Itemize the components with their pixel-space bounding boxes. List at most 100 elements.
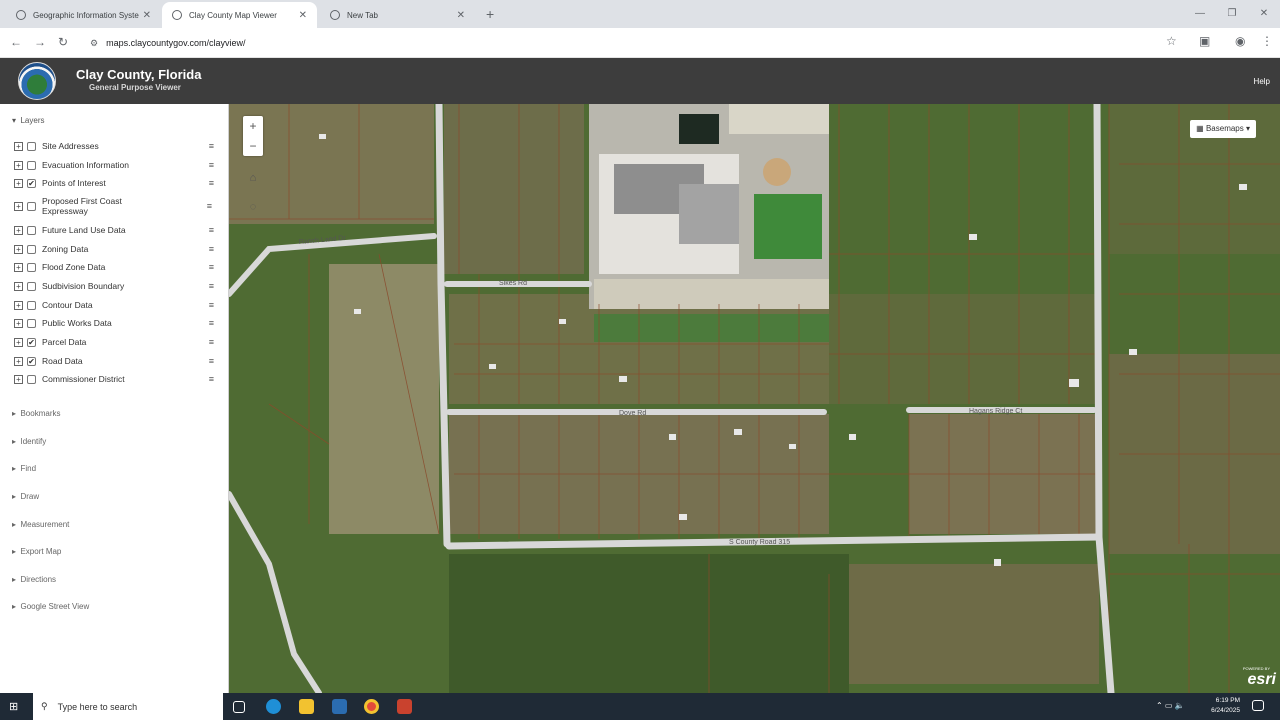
- layer-checkbox[interactable]: [27, 244, 36, 254]
- tool-draw[interactable]: ▸ Draw: [12, 492, 39, 501]
- map-view[interactable]: Ranch Land Dr Sikes Rd Dove Rd Hagans Ri…: [229, 104, 1280, 693]
- expand-icon[interactable]: +: [14, 300, 23, 310]
- tab-map-viewer[interactable]: Clay County Map Viewer ✕: [162, 2, 317, 28]
- expand-icon[interactable]: +: [14, 281, 23, 291]
- chrome-icon[interactable]: [364, 699, 379, 714]
- close-icon[interactable]: ✕: [299, 10, 307, 21]
- tab-gis[interactable]: Geographic Information Systen ✕: [6, 2, 161, 28]
- tool-bookmarks[interactable]: ▸ Bookmarks: [12, 409, 60, 418]
- menu-icon[interactable]: ≡: [204, 356, 214, 366]
- locate-icon[interactable]: ◌: [243, 197, 263, 217]
- layer-checkbox[interactable]: [27, 141, 36, 151]
- powerpoint-icon[interactable]: [397, 699, 412, 714]
- expand-icon[interactable]: +: [14, 244, 23, 254]
- side-panel-icon[interactable]: ▣: [1199, 34, 1210, 48]
- layer-checkbox-checked[interactable]: ✔: [27, 337, 36, 347]
- expand-icon[interactable]: +: [14, 178, 23, 188]
- zoom-out-button[interactable]: −: [243, 136, 263, 156]
- close-window-button[interactable]: ✕: [1248, 0, 1280, 28]
- menu-icon[interactable]: ≡: [204, 318, 214, 328]
- layer-checkbox[interactable]: [27, 201, 36, 211]
- help-link[interactable]: Help: [1254, 77, 1270, 86]
- layer-subdivision[interactable]: + Sudbivision Boundary ≡: [14, 281, 214, 291]
- layer-zoning[interactable]: + Zoning Data ≡: [14, 244, 214, 254]
- expand-icon[interactable]: +: [14, 356, 23, 366]
- menu-icon[interactable]: ≡: [204, 262, 214, 272]
- expand-icon[interactable]: +: [14, 337, 23, 347]
- windows-start-icon[interactable]: ⊞: [9, 700, 18, 713]
- layer-public-works[interactable]: + Public Works Data ≡: [14, 318, 214, 328]
- layer-first-coast-expressway[interactable]: + Proposed First Coast Expressway ≡: [14, 196, 214, 216]
- layers-heading[interactable]: ▾ Layers: [12, 116, 44, 125]
- tool-directions[interactable]: ▸ Directions: [12, 575, 56, 584]
- browser-menu-icon[interactable]: ⋮: [1261, 34, 1273, 48]
- forward-button[interactable]: →: [34, 35, 46, 49]
- notification-icon[interactable]: [1252, 700, 1264, 711]
- tool-find[interactable]: ▸ Find: [12, 464, 36, 473]
- expand-icon[interactable]: +: [14, 225, 23, 235]
- expand-icon[interactable]: +: [14, 160, 23, 170]
- edge-icon[interactable]: [266, 699, 281, 714]
- layer-contour[interactable]: + Contour Data ≡: [14, 300, 214, 310]
- tool-measurement[interactable]: ▸ Measurement: [12, 520, 69, 529]
- layer-checkbox[interactable]: [27, 225, 36, 235]
- menu-icon[interactable]: ≡: [204, 160, 214, 170]
- back-button[interactable]: ←: [10, 35, 22, 49]
- expand-icon[interactable]: +: [14, 262, 23, 272]
- menu-icon[interactable]: ≡: [204, 374, 214, 384]
- layer-evacuation[interactable]: + Evacuation Information ≡: [14, 160, 214, 170]
- menu-icon[interactable]: ≡: [204, 281, 214, 291]
- menu-icon[interactable]: ≡: [204, 141, 214, 151]
- layer-flood-zone[interactable]: + Flood Zone Data ≡: [14, 262, 214, 272]
- layer-commissioner[interactable]: + Commissioner District ≡: [14, 374, 214, 384]
- layer-checkbox[interactable]: [27, 318, 36, 328]
- menu-icon[interactable]: ≡: [204, 337, 214, 347]
- layer-checkbox[interactable]: [27, 281, 36, 291]
- menu-icon[interactable]: ≡: [204, 178, 214, 188]
- system-tray-icons[interactable]: ⌃ ▭ 🔈: [1156, 701, 1185, 710]
- site-info-icon[interactable]: ⚙: [90, 38, 98, 49]
- profile-icon[interactable]: ◉: [1235, 34, 1245, 48]
- layer-checkbox-checked[interactable]: ✔: [27, 178, 36, 188]
- tool-street-view[interactable]: ▸ Google Street View: [12, 602, 89, 611]
- layer-future-land-use[interactable]: + Future Land Use Data ≡: [14, 225, 214, 235]
- layer-points-of-interest[interactable]: + ✔ Points of Interest ≡: [14, 178, 214, 188]
- restore-button[interactable]: ❐: [1216, 0, 1248, 28]
- tool-identify[interactable]: ▸ Identify: [12, 437, 46, 446]
- expand-icon[interactable]: +: [14, 374, 23, 384]
- reload-button[interactable]: ↻: [58, 35, 68, 49]
- layer-checkbox[interactable]: [27, 300, 36, 310]
- expand-icon[interactable]: +: [14, 201, 23, 211]
- taskbar-search[interactable]: ⚲ Type here to search: [33, 693, 223, 720]
- esri-logo[interactable]: esri: [1248, 671, 1276, 689]
- zoom-in-button[interactable]: +: [243, 116, 263, 136]
- close-icon[interactable]: ✕: [457, 10, 465, 21]
- file-explorer-icon[interactable]: [299, 699, 314, 714]
- layer-checkbox-checked[interactable]: ✔: [27, 356, 36, 366]
- layer-checkbox[interactable]: [27, 374, 36, 384]
- expand-icon[interactable]: +: [14, 141, 23, 151]
- basemaps-button[interactable]: ▦ Basemaps ▾: [1190, 120, 1256, 138]
- home-icon[interactable]: ⌂: [243, 168, 263, 188]
- layer-checkbox[interactable]: [27, 160, 36, 170]
- minimize-button[interactable]: —: [1184, 0, 1216, 28]
- store-icon[interactable]: [332, 699, 347, 714]
- menu-icon[interactable]: ≡: [204, 244, 214, 254]
- expand-icon[interactable]: +: [14, 318, 23, 328]
- bookmark-star-icon[interactable]: ☆: [1166, 34, 1177, 48]
- tool-export-map[interactable]: ▸ Export Map: [12, 547, 61, 556]
- layer-road[interactable]: + ✔ Road Data ≡: [14, 356, 214, 366]
- task-view-icon[interactable]: [233, 701, 245, 713]
- close-icon[interactable]: ✕: [143, 10, 151, 21]
- layer-site-addresses[interactable]: + Site Addresses ≡: [14, 141, 214, 151]
- menu-icon[interactable]: ≡: [202, 201, 212, 211]
- layer-parcel[interactable]: + ✔ Parcel Data ≡: [14, 337, 214, 347]
- clock[interactable]: 6:19 PM 6/24/2025: [1211, 696, 1240, 716]
- layer-checkbox[interactable]: [27, 262, 36, 272]
- menu-icon[interactable]: ≡: [204, 300, 214, 310]
- menu-icon[interactable]: ≡: [204, 225, 214, 235]
- tab-new[interactable]: New Tab ✕: [320, 2, 475, 28]
- new-tab-button[interactable]: +: [486, 6, 494, 22]
- address-bar[interactable]: ⚙ maps.claycountygov.com/clayview/: [82, 32, 1157, 54]
- chevron-right-icon: ▸: [12, 575, 17, 584]
